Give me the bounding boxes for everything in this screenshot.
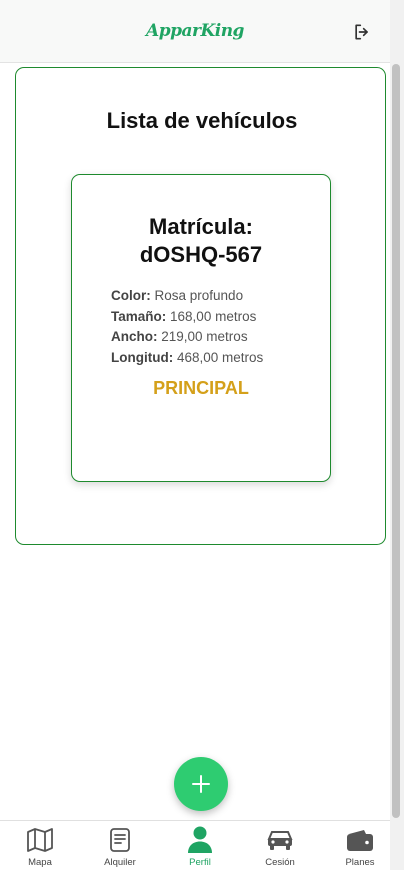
vehicle-details: Color: Rosa profundo Tamaño: 168,00 metr…: [111, 286, 263, 368]
nav-item-planes[interactable]: Planes: [320, 821, 400, 870]
detail-color: Color: Rosa profundo: [111, 286, 263, 307]
detail-size: Tamaño: 168,00 metros: [111, 307, 263, 328]
plate-label: Matrícula:: [149, 214, 253, 239]
nav-label: Cesión: [265, 857, 295, 868]
color-value: Rosa profundo: [154, 288, 244, 303]
logout-icon: [355, 24, 368, 40]
width-value: 219,00 metros: [161, 329, 248, 345]
plus-icon: [192, 775, 210, 793]
car-icon: [267, 831, 293, 850]
header: ApparKing: [0, 0, 390, 63]
add-vehicle-button[interactable]: [174, 757, 228, 811]
nav-label: Mapa: [28, 857, 52, 868]
scrollbar-thumb[interactable]: [392, 64, 400, 818]
size-value: 168,00 metros: [170, 308, 257, 324]
wallet-icon: [347, 830, 373, 851]
size-label: Tamaño:: [111, 308, 167, 324]
status-badge: PRINCIPAL: [153, 378, 249, 398]
user-icon: [188, 826, 212, 853]
app-logo: ApparKing: [146, 21, 244, 41]
vehicle-plate: Matrícula: dOSHQ-567: [71, 213, 331, 269]
document-icon: [110, 828, 130, 852]
detail-width: Ancho: 219,00 metros: [111, 327, 263, 348]
nav-item-alquiler[interactable]: Alquiler: [80, 821, 160, 870]
nav-item-cesion[interactable]: Cesión: [240, 821, 320, 870]
nav-item-mapa[interactable]: Mapa: [0, 821, 80, 870]
plate-value: dOSHQ-567: [139, 242, 263, 267]
color-label: Color:: [111, 288, 151, 303]
length-label: Longitud:: [111, 349, 174, 365]
map-icon: [27, 828, 53, 852]
logout-button[interactable]: [350, 20, 374, 44]
nav-label: Alquiler: [104, 857, 136, 868]
page-title: Lista de vehículos: [106, 108, 298, 133]
nav-label: Perfil: [189, 857, 211, 868]
width-label: Ancho:: [111, 329, 158, 345]
bottom-nav: Mapa Alquiler Perfil Cesión Planes: [0, 820, 390, 870]
app-root: ApparKing Lista de vehículos Matrícula: …: [0, 0, 404, 870]
nav-label: Planes: [345, 857, 375, 868]
nav-item-perfil[interactable]: Perfil: [160, 821, 240, 870]
detail-length: Longitud: 468,00 metros: [111, 348, 263, 369]
length-value: 468,00 metros: [177, 349, 264, 365]
